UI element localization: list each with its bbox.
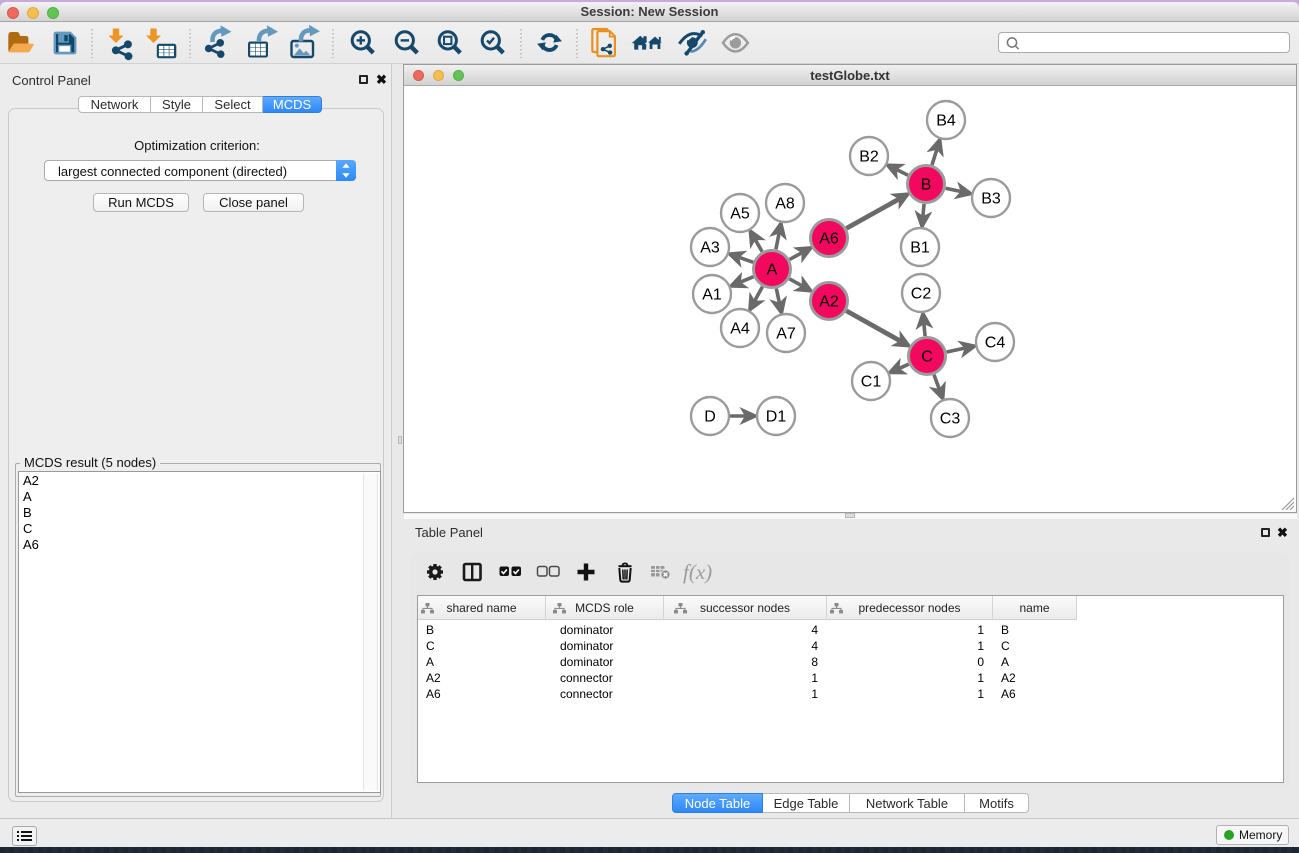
svg-text:B4: B4 xyxy=(936,113,956,130)
svg-text:B1: B1 xyxy=(910,240,930,257)
svg-text:B3: B3 xyxy=(981,191,1001,208)
svg-text:f(x): f(x) xyxy=(683,560,712,584)
svg-text:C2: C2 xyxy=(911,286,932,303)
svg-text:B: B xyxy=(921,177,932,194)
svg-text:A3: A3 xyxy=(700,240,720,257)
svg-text:D: D xyxy=(704,409,716,426)
svg-text:C: C xyxy=(921,349,933,366)
svg-text:C4: C4 xyxy=(985,335,1006,352)
svg-text:C1: C1 xyxy=(861,374,882,391)
svg-text:A8: A8 xyxy=(775,196,795,213)
svg-text:A1: A1 xyxy=(702,287,722,304)
svg-text:A4: A4 xyxy=(730,321,750,338)
svg-text:D1: D1 xyxy=(766,409,787,426)
svg-text:A5: A5 xyxy=(730,206,750,223)
svg-text:A: A xyxy=(767,262,778,279)
svg-text:A2: A2 xyxy=(819,294,839,311)
svg-text:B2: B2 xyxy=(859,149,879,166)
svg-text:A6: A6 xyxy=(819,231,839,248)
svg-text:C3: C3 xyxy=(940,411,961,428)
svg-text:A7: A7 xyxy=(776,326,796,343)
